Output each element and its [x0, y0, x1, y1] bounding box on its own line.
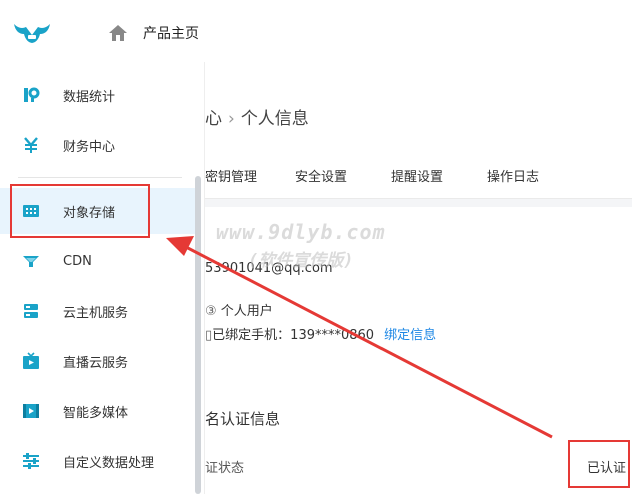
sliders-icon [21, 451, 41, 471]
home-icon[interactable] [108, 24, 128, 42]
top-bar: 产品主页 [0, 0, 632, 63]
tab-key-management[interactable]: 密钥管理 [205, 166, 257, 185]
sidebar-item-label: CDN [63, 253, 92, 269]
sidebar-item-label: 智能多媒体 [63, 405, 129, 421]
sidebar-item-cdn[interactable]: CDN [0, 238, 196, 284]
main-content: 心 › 个人信息 密钥管理 安全设置 提醒设置 操作日志 53901041@qq.c… [205, 62, 632, 494]
live-tv-icon [21, 351, 41, 371]
section-title: 名认证信息 [205, 410, 281, 428]
sidebar-scrollbar[interactable] [195, 176, 201, 494]
watermark-line2: (软件宣传版) [248, 251, 354, 271]
section-gap [205, 199, 632, 207]
bind-info-link[interactable]: 绑定信息 [384, 328, 436, 343]
brand-logo-icon[interactable] [12, 20, 52, 46]
highlight-box-status [568, 440, 630, 488]
sidebar-item-label: 财务中心 [63, 139, 116, 155]
sidebar: 数据统计 财务中心 对象存储 CDN 云主机服务 直播云服务 智能多媒体 自定义… [0, 62, 205, 494]
cdn-icon [21, 251, 41, 271]
sidebar-item-live-cloud[interactable]: 直播云服务 [0, 338, 196, 384]
home-link[interactable]: 产品主页 [143, 23, 199, 43]
sidebar-divider [18, 177, 182, 178]
stats-icon [21, 85, 41, 105]
phone-value: 139****0860 [290, 328, 375, 343]
tab-security-settings[interactable]: 安全设置 [295, 166, 347, 185]
sidebar-item-label: 直播云服务 [63, 355, 129, 371]
account-type-value: 个人用户 [220, 304, 273, 319]
sidebar-item-custom-data[interactable]: 自定义数据处理 [0, 438, 196, 484]
tab-operation-log[interactable]: 操作日志 [487, 166, 539, 185]
breadcrumb-parent[interactable]: 心 [205, 109, 222, 129]
sidebar-item-stats[interactable]: 数据统计 [0, 72, 196, 118]
tab-reminder-settings[interactable]: 提醒设置 [391, 166, 443, 185]
account-type-row: ③ 个人用户 [205, 300, 273, 319]
sidebar-item-label: 数据统计 [63, 89, 116, 105]
watermark-line1: www.9dlyb.com [216, 220, 386, 244]
yen-icon [21, 135, 41, 155]
user-type-icon: ③ [205, 304, 217, 319]
highlight-box-storage [10, 184, 150, 238]
sidebar-item-label: 自定义数据处理 [63, 455, 155, 471]
chevron-right-icon: › [228, 109, 235, 129]
server-icon [21, 301, 41, 321]
breadcrumb: 心 › 个人信息 [205, 104, 309, 129]
media-play-icon [21, 401, 41, 421]
sidebar-item-label: 云主机服务 [63, 305, 129, 321]
sidebar-item-cloud-host[interactable]: 云主机服务 [0, 288, 196, 334]
watermark: www.9dlyb.com (软件宣传版) [216, 220, 386, 271]
sidebar-item-finance[interactable]: 财务中心 [0, 122, 196, 168]
phone-row: ▯已绑定手机：139****0860 绑定信息 [205, 324, 436, 343]
status-label: 证状态 [205, 461, 245, 476]
phone-label: 已绑定手机： [212, 328, 291, 343]
sidebar-item-smart-media[interactable]: 智能多媒体 [0, 388, 196, 434]
breadcrumb-current: 个人信息 [240, 109, 309, 129]
